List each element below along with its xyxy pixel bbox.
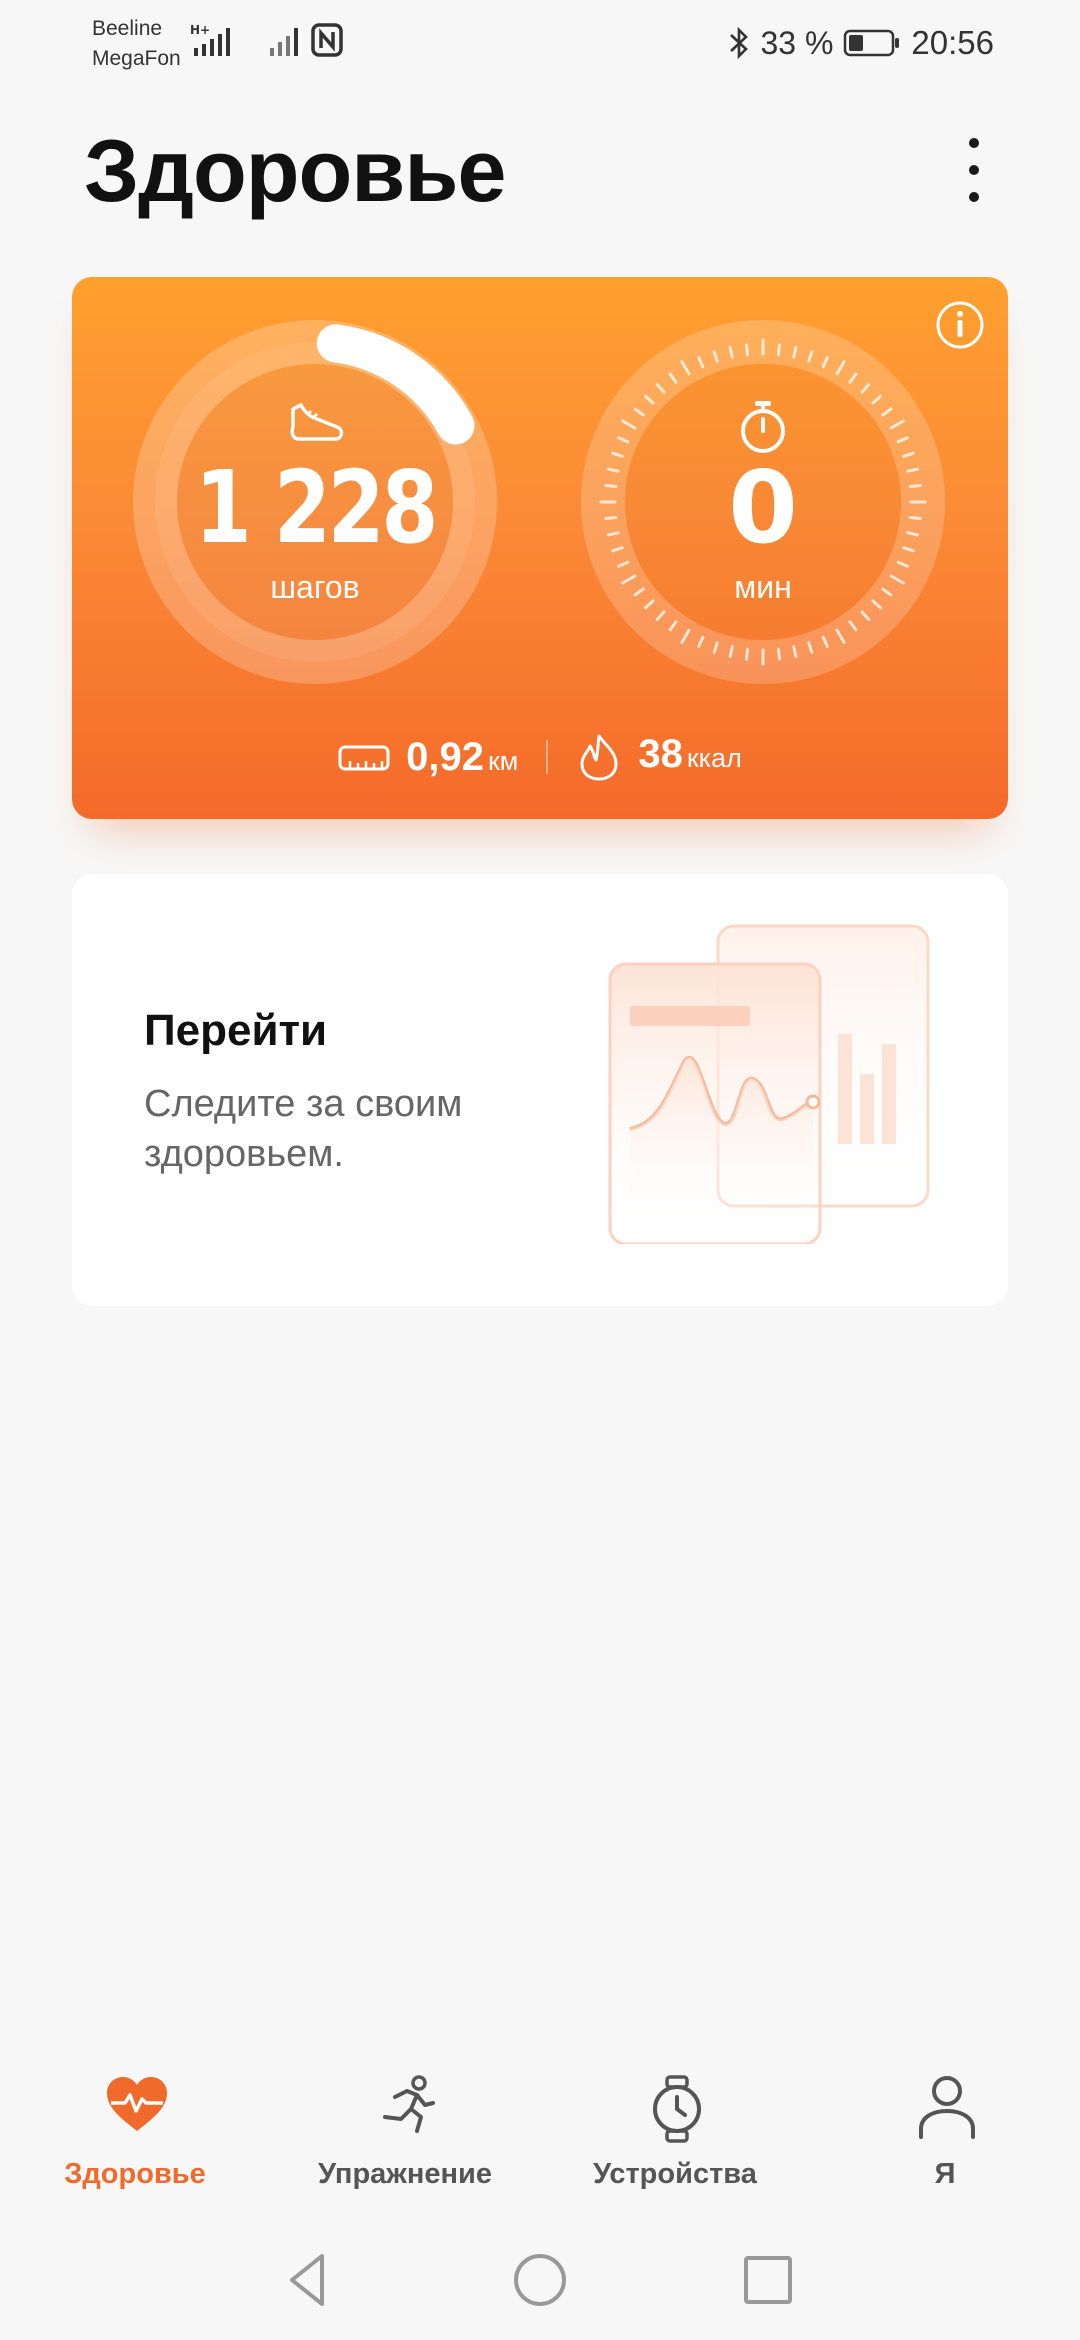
carrier-1: Beeline [92, 17, 163, 40]
flame-icon [580, 734, 618, 781]
active-time-ring[interactable]: 0 мин [580, 319, 946, 685]
system-navigation [0, 2230, 1080, 2330]
dial-tick [792, 345, 798, 359]
nav-exercise[interactable]: Упражнение [270, 2055, 540, 2205]
carrier-2: MegaFon [92, 47, 181, 70]
more-vertical-icon [969, 138, 979, 148]
dial-tick [744, 343, 750, 357]
heart-pulse-icon [107, 2077, 167, 2131]
signal-2-icon [270, 28, 298, 56]
steps-value: 1 228 [194, 449, 439, 566]
stats-divider [546, 740, 549, 774]
nav-me-label: Я [934, 2158, 956, 2190]
signal-icon: H+ [190, 23, 230, 56]
promo-title: Перейти [144, 1006, 328, 1055]
bottom-navigation: Здоровье Упражнение Устройства Я [0, 2055, 1080, 2205]
dial-tick [728, 345, 734, 359]
person-icon [919, 2076, 975, 2139]
battery-percent: 33 % [760, 24, 834, 61]
distance-stat: 0,92 км [338, 735, 518, 780]
ruler-icon [338, 745, 390, 771]
dial-tick [776, 343, 782, 357]
calories-value: 38 [638, 732, 683, 776]
running-icon [383, 2075, 435, 2133]
nfc-icon [311, 23, 343, 57]
promo-card[interactable]: Перейти Следите за своим здоровьем. [72, 874, 1008, 1306]
nav-me[interactable]: Я [810, 2055, 1080, 2205]
status-bar: Beeline MegaFon H+ 33 % 20:56 [0, 0, 1080, 80]
nav-health[interactable]: Здоровье [0, 2055, 270, 2205]
back-icon[interactable] [278, 2250, 338, 2310]
promo-description: Следите за своим здоровьем. [144, 1083, 463, 1175]
active-time-value: 0 [728, 449, 798, 566]
calories-unit: ккал [686, 743, 742, 773]
active-time-unit: мин [734, 569, 792, 605]
nav-health-label: Здоровье [64, 2158, 206, 2190]
calories-stat: 38 ккал [576, 732, 742, 782]
home-icon[interactable] [510, 2250, 570, 2310]
carrier-names: Beeline MegaFon [92, 14, 181, 74]
dial-tick [792, 645, 798, 659]
steps-unit: шагов [270, 569, 360, 605]
battery-icon [844, 29, 900, 57]
stopwatch-icon [741, 401, 785, 453]
clock: 20:56 [911, 24, 994, 61]
page-title: Здоровье [84, 121, 506, 220]
nav-exercise-label: Упражнение [318, 2158, 492, 2190]
steps-ring[interactable]: 1 228 шагов [132, 319, 498, 685]
health-chart-illustration [608, 924, 930, 1244]
network-type-label: H+ [190, 23, 210, 37]
activity-card[interactable]: 1 228 шагов 0 мин 0,92 км 38 ккал [72, 277, 1008, 819]
status-right: 33 % 20:56 [728, 18, 994, 68]
watch-icon [653, 2075, 701, 2143]
bluetooth-icon [730, 26, 749, 60]
distance-unit: км [487, 745, 519, 776]
dial-tick [776, 647, 782, 661]
dial-tick [744, 647, 750, 661]
recents-icon[interactable] [738, 2250, 798, 2310]
stats-row: 0,92 км 38 ккал [72, 725, 1008, 789]
nav-devices[interactable]: Устройства [540, 2055, 810, 2205]
health-app: Beeline MegaFon H+ 33 % 20:56 Здоровье 1… [0, 0, 1080, 2340]
shoe-icon [290, 403, 344, 441]
nav-devices-label: Устройства [593, 2158, 757, 2190]
distance-value: 0,92 [406, 734, 484, 779]
more-options-button[interactable] [950, 130, 998, 210]
dial-tick [728, 645, 734, 659]
